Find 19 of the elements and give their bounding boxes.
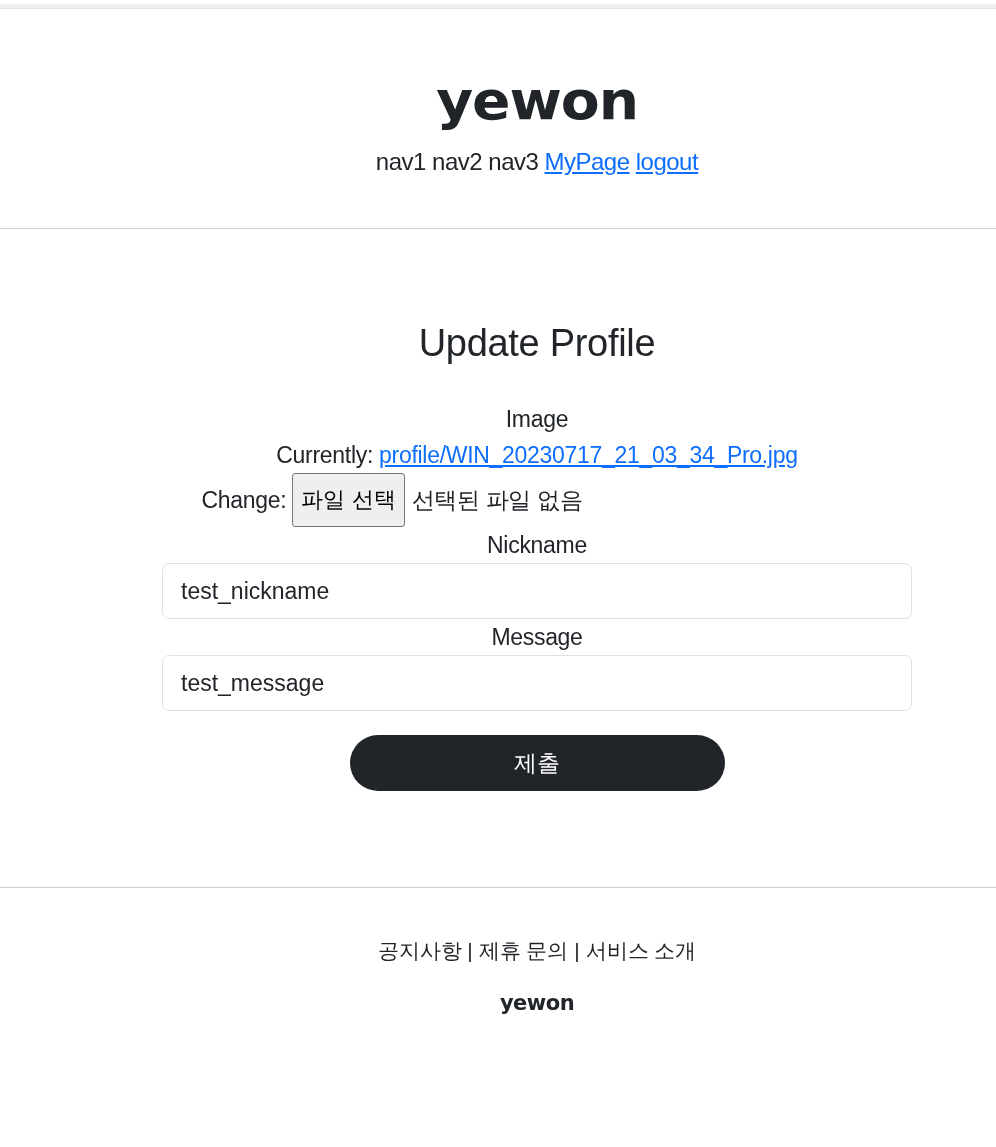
field-label: Nickname — [487, 531, 587, 560]
file-link[interactable]: profile/WIN_20230717_21_03_34_Pro.jpg — [379, 442, 798, 468]
nav-item[interactable]: nav1 — [375, 148, 426, 175]
current-label: Currently: — [276, 442, 373, 468]
page-title: Update Profile — [417, 321, 657, 365]
field-label: Message — [491, 623, 583, 652]
nav-item[interactable]: nav3 — [488, 148, 539, 175]
nav-item[interactable]: nav2 — [432, 148, 483, 175]
input-field[interactable]: test_message — [162, 655, 912, 711]
nav-link[interactable]: MyPage — [544, 148, 630, 175]
footer-links: 공지사항 | 제휴 문의 | 서비스 소개 — [377, 938, 697, 964]
nav-link[interactable]: logout — [635, 148, 699, 175]
file-status: 선택된 파일 없음 — [411, 486, 583, 515]
footer-logo: yewon — [499, 991, 575, 1015]
field-label: Image — [505, 405, 569, 434]
input-field[interactable]: test_nickname — [162, 563, 912, 619]
choose-file-button[interactable]: 파일 선택 — [292, 473, 405, 527]
submit-button[interactable]: 제출 — [349, 735, 725, 791]
change-label: Change: — [201, 486, 287, 515]
